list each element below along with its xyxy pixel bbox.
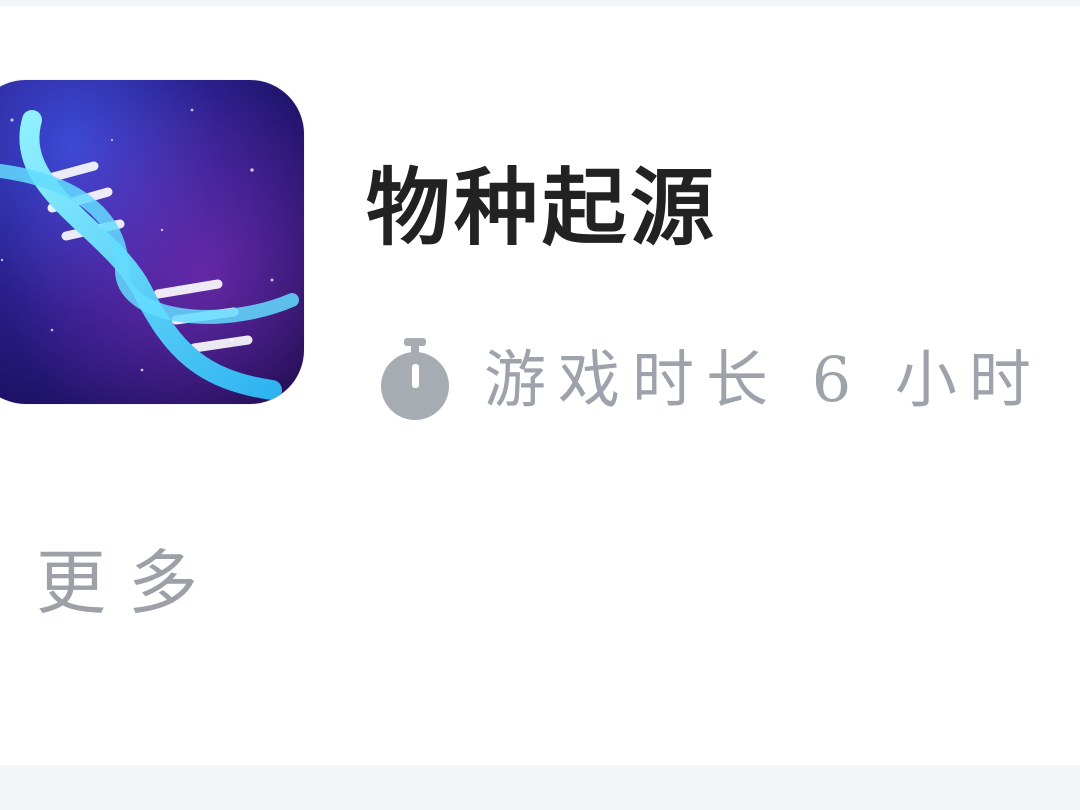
game-card: 物种起源 游戏时长 6 小时 更多 (0, 0, 1080, 765)
playtime-text: 游戏时长 6 小时 (484, 343, 1043, 416)
game-list-item[interactable]: 物种起源 游戏时长 6 小时 (0, 78, 1080, 420)
more-link[interactable]: 更多 (36, 548, 220, 618)
stopwatch-icon (381, 338, 449, 420)
dna-helix-icon[interactable] (0, 80, 304, 404)
section-divider (0, 765, 1080, 810)
top-divider (0, 0, 1080, 6)
game-title: 物种起源 (366, 158, 719, 257)
playtime-row: 游戏时长 6 小时 (376, 338, 1043, 420)
